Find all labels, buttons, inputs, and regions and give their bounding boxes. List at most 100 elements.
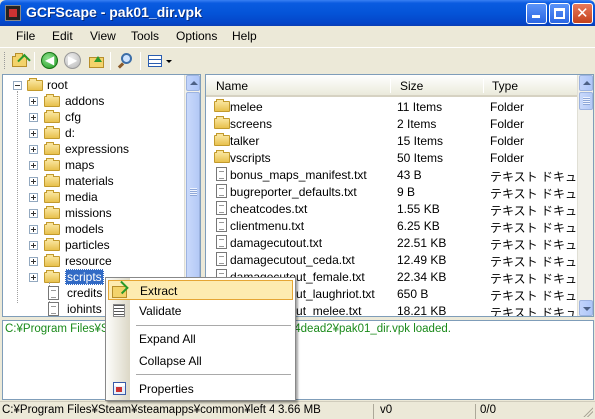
menu-options[interactable]: Options xyxy=(176,29,217,43)
expand-icon[interactable] xyxy=(29,97,38,106)
file-name: vscripts xyxy=(230,151,271,165)
menu-bar: File Edit View Tools Options Help xyxy=(0,26,595,46)
tree-folder-label: models xyxy=(65,222,104,236)
scroll-up-button[interactable] xyxy=(579,75,593,91)
menu-item-label: Collapse All xyxy=(139,354,202,368)
menu-item-properties[interactable]: Properties xyxy=(108,379,293,399)
list-row[interactable]: damagecutout_ceda.txt 12.49 KB テキスト ドキュ... xyxy=(206,251,587,269)
folder-icon xyxy=(44,110,60,123)
tree-folder-row[interactable]: cfg xyxy=(23,109,183,125)
title-bar: GCFScape - pak01_dir.vpk ✕ xyxy=(0,0,595,26)
tree-folder-row[interactable]: missions xyxy=(23,205,183,221)
back-button[interactable]: ◀ xyxy=(40,51,60,71)
scroll-thumb[interactable] xyxy=(186,92,200,292)
minimize-button[interactable] xyxy=(526,3,547,24)
expand-icon[interactable] xyxy=(29,193,38,202)
scroll-up-button[interactable] xyxy=(186,75,200,91)
menu-help[interactable]: Help xyxy=(232,29,257,43)
menu-item-label: Expand All xyxy=(139,332,196,346)
folder-icon xyxy=(44,206,60,219)
expand-icon[interactable] xyxy=(29,257,38,266)
menu-item-validate[interactable]: Validate xyxy=(108,301,293,321)
find-button[interactable] xyxy=(116,51,136,71)
expand-icon[interactable] xyxy=(29,225,38,234)
open-button[interactable] xyxy=(10,51,30,71)
view-mode-button[interactable] xyxy=(146,51,174,71)
expand-icon[interactable] xyxy=(29,273,38,282)
menu-separator xyxy=(136,325,291,326)
back-arrow-icon: ◀ xyxy=(41,52,58,69)
log-line-start: C:¥Program Files¥S xyxy=(5,323,109,335)
tree-root-row[interactable]: root xyxy=(7,77,187,93)
file-size: 650 B xyxy=(397,287,429,301)
list-vertical-scrollbar[interactable] xyxy=(577,75,593,316)
forward-button[interactable]: ▶ xyxy=(63,51,83,71)
menu-view[interactable]: View xyxy=(90,29,116,43)
list-row[interactable]: damagecutout.txt 22.51 KB テキスト ドキュ... xyxy=(206,234,587,252)
tree-folder-row[interactable]: maps xyxy=(23,157,183,173)
tree-folder-row[interactable]: d: xyxy=(23,125,183,141)
list-row[interactable]: bonus_maps_manifest.txt 43 B テキスト ドキュ... xyxy=(206,166,587,184)
dropdown-arrow-icon xyxy=(166,60,172,63)
menu-file[interactable]: File xyxy=(16,29,35,43)
list-row[interactable]: screens 2 Items Folder xyxy=(206,115,577,132)
folder-icon xyxy=(44,158,60,171)
tree-folder-row[interactable]: models xyxy=(23,221,183,237)
window-title: GCFScape - pak01_dir.vpk xyxy=(26,4,202,20)
list-row[interactable]: melee 11 Items Folder xyxy=(206,98,577,115)
menu-item-collapse-all[interactable]: Collapse All xyxy=(108,351,293,371)
file-type: Folder xyxy=(490,100,525,114)
column-type-header[interactable]: Type xyxy=(492,79,518,93)
column-size-header[interactable]: Size xyxy=(400,79,423,93)
file-name: bonus_maps_manifest.txt xyxy=(230,168,367,182)
expand-icon[interactable] xyxy=(29,113,38,122)
log-panel[interactable]: C:¥Program Files¥S d 2¥left4dead2¥pak01_d… xyxy=(2,320,594,400)
gcfscape-app-icon[interactable] xyxy=(5,5,21,21)
collapse-icon[interactable] xyxy=(13,81,22,90)
list-row[interactable]: cheatcodes.txt 1.55 KB テキスト ドキュ... xyxy=(206,200,587,218)
list-row[interactable]: clientmenu.txt 6.25 KB テキスト ドキュ... xyxy=(206,217,587,235)
list-row[interactable]: talker 15 Items Folder xyxy=(206,132,577,149)
menu-edit[interactable]: Edit xyxy=(52,29,73,43)
tree-folder-row[interactable]: expressions xyxy=(23,141,183,157)
menu-item-expand-all[interactable]: Expand All xyxy=(108,329,293,349)
tree-folder-row[interactable]: resource xyxy=(23,253,183,269)
file-size: 50 Items xyxy=(397,151,444,165)
menu-item-label: Properties xyxy=(139,382,194,396)
list-row[interactable]: vscripts 50 Items Folder xyxy=(206,149,577,166)
expand-icon[interactable] xyxy=(29,241,38,250)
expand-icon[interactable] xyxy=(29,145,38,154)
folder-icon xyxy=(44,222,60,235)
file-name: bugreporter_defaults.txt xyxy=(230,185,357,199)
scroll-thumb[interactable] xyxy=(579,92,593,110)
menu-item-extract[interactable]: Extract xyxy=(108,280,293,300)
folder-icon xyxy=(214,150,230,163)
up-folder-button[interactable] xyxy=(87,51,107,71)
expand-icon[interactable] xyxy=(29,129,38,138)
file-size: 15 Items xyxy=(397,134,444,148)
file-size: 43 B xyxy=(397,168,422,182)
folder-up-icon xyxy=(89,56,104,68)
expand-icon[interactable] xyxy=(29,209,38,218)
menu-tools[interactable]: Tools xyxy=(131,29,159,43)
tree-folder-row[interactable]: addons xyxy=(23,93,183,109)
maximize-button[interactable] xyxy=(549,3,570,24)
toolbar-grip[interactable] xyxy=(4,52,7,69)
folder-icon xyxy=(214,116,230,129)
scroll-down-button[interactable] xyxy=(579,300,593,316)
validate-icon xyxy=(113,304,125,317)
close-button[interactable]: ✕ xyxy=(572,3,593,24)
expand-icon[interactable] xyxy=(29,177,38,186)
resize-grip[interactable] xyxy=(582,406,593,417)
column-name-header[interactable]: Name xyxy=(216,79,248,93)
file-name: talker xyxy=(230,134,260,148)
tree-folder-row[interactable]: media xyxy=(23,189,183,205)
folder-icon xyxy=(44,190,60,203)
expand-icon[interactable] xyxy=(29,161,38,170)
list-row[interactable]: bugreporter_defaults.txt 9 B テキスト ドキュ... xyxy=(206,183,587,201)
file-name: damagecutout_ceda.txt xyxy=(230,253,355,267)
tree-folder-row[interactable]: materials xyxy=(23,173,183,189)
tree-folder-row[interactable]: particles xyxy=(23,237,183,253)
tree-folder-label: cfg xyxy=(65,110,82,124)
tree-folder-label: materials xyxy=(65,174,114,188)
